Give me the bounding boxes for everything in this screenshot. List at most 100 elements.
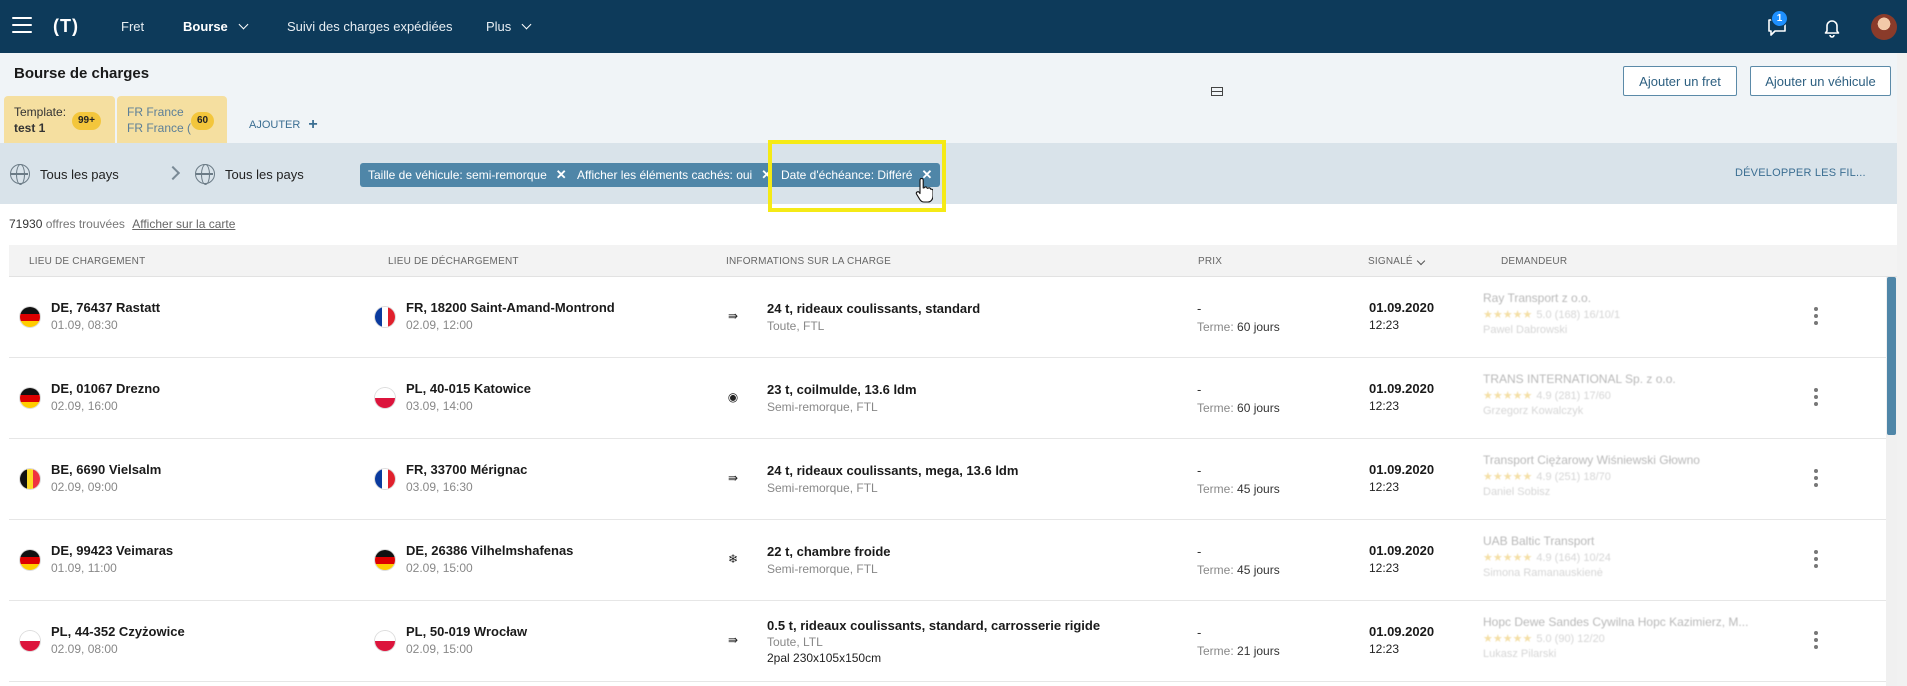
unloading-date: 03.09, 16:30	[406, 480, 473, 494]
close-icon[interactable]: ✕	[556, 167, 567, 183]
page-scrollbar[interactable]	[1897, 53, 1907, 686]
reported-time: 12:23	[1369, 480, 1400, 494]
col-unloading[interactable]: LIEU DE DÉCHARGEMENT	[388, 256, 519, 267]
loading-date: 01.09, 11:00	[51, 561, 117, 575]
reported-date: 01.09.2020	[1369, 543, 1435, 558]
flag-pl-icon	[375, 631, 395, 651]
from-country-select[interactable]: Tous les pays	[40, 167, 119, 182]
nav-item-bourse[interactable]: Bourse	[183, 0, 249, 53]
table-row[interactable]: DE, 99423 Veimaras 01.09, 11:00 DE, 2638…	[9, 520, 1897, 601]
show-on-map-link[interactable]: Afficher sur la carte	[132, 217, 235, 231]
filter-chip-vehicle-size[interactable]: Taille de véhicule: semi-remorque ✕	[360, 163, 575, 187]
requester-info[interactable]: TRANS INTERNATIONAL Sp. z o.o. ★★★★★ 4.9 …	[1483, 372, 1813, 417]
nav-item-suivi[interactable]: Suivi des charges expédiées	[287, 0, 453, 53]
table-row[interactable]: DE, 01067 Drezno 02.09, 16:00 PL, 40-015…	[9, 358, 1897, 439]
loading-date: 01.09, 08:30	[51, 318, 118, 332]
star-rating-icon: ★★★★★ 4.9 (164) 10/24	[1483, 552, 1611, 564]
add-tab-button[interactable]: AJOUTER +	[249, 116, 318, 134]
cargo-sub: Toute, LTL	[767, 635, 823, 649]
nav-item-plus[interactable]: Plus	[486, 0, 532, 53]
tab-count-badge: 99+	[72, 112, 101, 130]
col-reported-label: SIGNALÉ	[1368, 256, 1413, 267]
requester-rating: 4.9 (281) 17/60	[1536, 390, 1611, 402]
requester-contact: Daniel Sobisz	[1483, 486, 1551, 498]
term-value: 60 jours	[1237, 320, 1280, 334]
loading-place: DE, 99423 Veimaras	[51, 543, 174, 558]
requester-info[interactable]: Transport Ciężarowy Wiśniewski Głowno ★★…	[1483, 453, 1813, 498]
price: -	[1197, 544, 1202, 559]
loading-place: PL, 44-352 Czyżowice	[51, 624, 185, 639]
table-view-icon[interactable]	[1211, 87, 1223, 96]
message-badge: 1	[1771, 10, 1788, 27]
term-value: 21 jours	[1237, 644, 1280, 658]
flag-pl-icon	[375, 388, 395, 408]
avatar[interactable]	[1871, 14, 1897, 40]
results-label: offres trouvées	[45, 217, 125, 231]
curtain-icon: ⇛	[727, 633, 739, 647]
col-price[interactable]: PRIX	[1198, 256, 1222, 267]
tab-count-badge: 60	[191, 112, 215, 130]
flag-fr-icon	[375, 307, 395, 327]
star-rating-icon: ★★★★★ 5.0 (90) 12/20	[1483, 633, 1605, 645]
table-row[interactable]: DE, 76437 Rastatt 01.09, 08:30 FR, 18200…	[9, 277, 1897, 358]
price: -	[1197, 463, 1202, 478]
globe-icon	[10, 164, 30, 185]
more-options-icon[interactable]	[1814, 307, 1818, 328]
requester-info[interactable]: Ray Transport z o.o. ★★★★★ 5.0 (168) 16/1…	[1483, 291, 1813, 336]
to-country-select[interactable]: Tous les pays	[225, 167, 304, 182]
price: -	[1197, 301, 1202, 316]
table-header: LIEU DE CHARGEMENT LIEU DE DÉCHARGEMENT …	[9, 245, 1897, 277]
table-scrollbar[interactable]	[1886, 277, 1897, 686]
col-loading[interactable]: LIEU DE CHARGEMENT	[29, 256, 145, 267]
reported-date: 01.09.2020	[1369, 624, 1435, 639]
nav-item-fret[interactable]: Fret	[121, 0, 144, 53]
col-requester[interactable]: DEMANDEUR	[1501, 256, 1567, 267]
requester-rating: 4.9 (251) 18/70	[1536, 471, 1611, 483]
price: -	[1197, 382, 1202, 397]
more-options-icon[interactable]	[1814, 550, 1818, 571]
curtain-icon: ⇛	[727, 309, 739, 323]
chip-label: Afficher les éléments cachés: oui	[577, 168, 753, 182]
unloading-date: 02.09, 12:00	[406, 318, 473, 332]
filter-chip-hidden-items[interactable]: Afficher les éléments cachés: oui ✕	[569, 163, 781, 187]
requester-name: UAB Baltic Transport	[1483, 534, 1595, 548]
term-value: 45 jours	[1237, 482, 1280, 496]
more-options-icon[interactable]	[1814, 388, 1818, 409]
bell-icon[interactable]	[1821, 16, 1843, 38]
hand-cursor-icon	[915, 178, 933, 203]
requester-info[interactable]: UAB Baltic Transport ★★★★★ 4.9 (164) 10/2…	[1483, 534, 1813, 579]
add-vehicle-button[interactable]: Ajouter un véhicule	[1750, 66, 1891, 96]
menu-icon[interactable]	[12, 17, 32, 33]
cargo-extra: 2pal 230x105x150cm	[767, 651, 882, 665]
more-options-icon[interactable]	[1814, 469, 1818, 490]
chevron-down-icon	[238, 19, 249, 30]
more-options-icon[interactable]	[1814, 631, 1818, 652]
unloading-place: PL, 40-015 Katowice	[406, 381, 531, 396]
tab-fr-france[interactable]: FR France FR France ( 60	[117, 96, 227, 143]
loading-place: DE, 76437 Rastatt	[51, 300, 161, 315]
requester-name: Transport Ciężarowy Wiśniewski Głowno	[1483, 453, 1700, 467]
term-label: Terme:	[1197, 563, 1234, 577]
term-label: Terme:	[1197, 644, 1234, 658]
results-number: 71930	[9, 217, 43, 231]
logo[interactable]: (T)	[46, 13, 86, 39]
col-info[interactable]: INFORMATIONS SUR LA CHARGE	[726, 256, 891, 267]
coil-icon: ◉	[727, 390, 739, 404]
loading-date: 02.09, 16:00	[51, 399, 118, 413]
star-rating-icon: ★★★★★ 5.0 (168) 16/10/1	[1483, 309, 1621, 321]
table-row[interactable]: BE, 6690 Vielsalm 02.09, 09:00 FR, 33700…	[9, 439, 1897, 520]
table-row[interactable]: PL, 44-352 Czyżowice 02.09, 08:00 PL, 50…	[9, 601, 1897, 682]
add-freight-button[interactable]: Ajouter un fret	[1623, 66, 1737, 96]
flag-de-icon	[20, 550, 40, 570]
requester-info[interactable]: Hopc Dewe Sandes Cywilna Hopc Kazimierz,…	[1483, 615, 1813, 660]
requester-contact: Pawel Dabrowski	[1483, 324, 1568, 336]
tab-template-test1[interactable]: Template: test 1 99+	[4, 96, 115, 143]
requester-name: Ray Transport z o.o.	[1483, 291, 1592, 305]
expand-filters-link[interactable]: DÉVELOPPER LES FIL...	[1735, 167, 1866, 179]
col-reported[interactable]: SIGNALÉ	[1368, 256, 1425, 267]
cargo-info: 24 t, rideaux coulissants, mega, 13.6 ld…	[767, 463, 1019, 478]
scrollbar-thumb[interactable]	[1887, 277, 1896, 435]
term-label: Terme:	[1197, 482, 1234, 496]
cargo-sub: Semi-remorque, FTL	[767, 400, 878, 414]
top-nav: (T) Fret Bourse Suivi des charges expédi…	[0, 0, 1907, 53]
